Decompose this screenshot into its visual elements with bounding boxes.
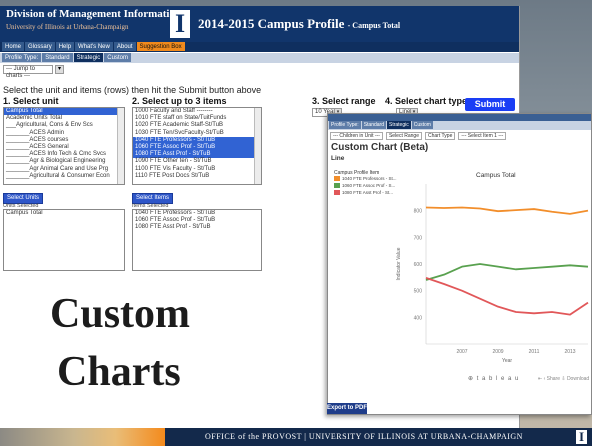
y-tick-label: 400 [414,315,423,321]
list-item[interactable]: _______Agricultural & Consumer Econ [4,173,124,180]
org-name: Division of Management Information Unive… [6,8,181,34]
list-item[interactable]: 1040 FTE Professors - St/TuB [133,136,261,145]
list-item[interactable]: _______Agr Animal Care and Use Prg [4,166,124,173]
x-tick-label: 2009 [492,349,503,355]
x-tick-label: 2011 [529,349,540,355]
list-item[interactable]: 1020 FTE Academic Staff-St/TuB [133,122,261,129]
x-tick-label: 2007 [456,349,467,355]
series-line-2 [425,263,589,281]
chart-controls: --- Children in Unit --- Select Range Ch… [328,131,591,140]
chart-window-title: Custom Chart (Beta) [331,142,429,153]
unit-listbox[interactable]: Campus Total Academic Units Total ___Agr… [3,107,125,185]
select-range-select[interactable]: Select Range [385,131,422,140]
line-chart: 400 500 600 700 800 2007 2009 2011 2013 Year Indic… [396,184,589,364]
nav-about[interactable]: About [113,42,136,51]
list-item[interactable]: _______ACES courses [4,137,124,144]
profile-type-tabs: Profile Type: Standard Strategic Custom [0,53,519,63]
step3-heading: 3. Select range [312,96,376,106]
list-item[interactable]: 1060 FTE Assoc Prof - St/TuB [133,144,261,152]
legend-swatch [334,176,340,181]
list-item[interactable]: Campus Total [4,210,124,217]
header-bar: Division of Management Information Unive… [0,6,519,42]
list-item[interactable]: 1030 FTE Ten/SvcFaculty-St/TuB [133,130,261,137]
x-tick-label: 2013 [564,349,575,355]
list-item[interactable]: 1080 FTE Asst Prof - St/TuB [133,224,261,231]
x-axis-label: Year [502,358,512,364]
profile-type-label: Profile Type: [2,53,42,62]
legend-swatch [334,183,340,188]
units-selected-box[interactable]: Campus Total [3,209,125,271]
footer-image [0,428,165,446]
nav-help[interactable]: Help [55,42,75,51]
list-item[interactable]: _______ACES Info Tech & Cmc Svcs [4,151,124,158]
item-scrollbar[interactable] [254,108,261,184]
list-item[interactable]: 1000 Faculty and Staff -------- [133,108,261,115]
select-item-select[interactable]: --- Select Item 1 --- [458,131,507,140]
step2-heading: 2. Select up to 3 items [132,96,227,106]
y-tick-label: 600 [414,262,423,268]
y-axis-label: Indicator Value [396,247,402,280]
unit-scrollbar[interactable] [117,108,124,184]
tab-standard[interactable]: Standard [361,121,386,129]
legend-item[interactable]: 1060 FTE Assoc Prof - S... [334,183,395,188]
illinois-logo: I [170,10,190,38]
legend-item[interactable]: 1080 FTE Asst Prof - St... [334,190,393,195]
tableau-logo: ⊕ t a b l e a u [468,376,520,382]
footer-bar: OFFICE of the PROVOST | UNIVERSITY OF IL… [0,428,592,446]
step4-heading: 4. Select chart type [385,96,468,106]
export-to-pdf-button[interactable]: Export to PDF [327,403,367,414]
list-item[interactable]: 1090 FTE Other ten - St/TuB [133,158,261,165]
nav-suggestion-box[interactable]: Suggestion Box [136,42,185,51]
jump-to-charts-select[interactable]: --- Jump to charts --- [3,65,53,79]
nav-whats-new[interactable]: What's New [75,42,113,51]
illinois-logo: I [576,430,587,444]
list-item[interactable]: Campus Total [4,108,124,116]
list-item[interactable]: _______Agr & Biological Engineering [4,158,124,165]
series-line-1 [425,206,589,215]
overlay-title-line2: Charts [57,349,181,395]
list-item[interactable]: 1110 FTE Post Docs St/TuB [133,173,261,180]
tab-strategic[interactable]: Strategic [73,53,104,62]
list-item[interactable]: 1040 FTE Professors - St/TuB [133,210,261,217]
series-line-3 [425,277,589,316]
submit-button[interactable]: Submit [465,98,515,111]
step1-heading: 1. Select unit [3,96,59,106]
page-title: 2014-2015 Campus Profile - Campus Total [198,16,401,31]
chart-window-subtitle: Line [331,155,345,162]
org-sub: University of Illinois at Urbana-Champai… [6,23,129,31]
children-in-unit-select[interactable]: --- Children in Unit --- [330,131,383,140]
list-item[interactable]: _______ACES Admin [4,130,124,137]
instructions: Select the unit and items (rows) then hi… [3,85,262,95]
tab-custom[interactable]: Custom [411,121,433,129]
y-tick-label: 800 [414,209,423,215]
list-item[interactable]: 1080 FTE Asst Prof - St/TuB [133,151,261,159]
y-tick-label: 700 [414,235,423,241]
nav-home[interactable]: Home [2,42,25,51]
chart-type-select[interactable]: Chart Type [424,131,456,140]
tab-strategic[interactable]: Strategic [387,121,411,129]
tab-custom[interactable]: Custom [104,53,131,62]
chart-top-nav [328,114,591,121]
overlay-title-line1: Custom [50,291,191,337]
chart-profile-tabs: Profile Type: Standard Strategic Custom [328,121,591,130]
items-selected-box[interactable]: 1040 FTE Professors - St/TuB 1060 FTE As… [132,209,262,271]
tab-standard[interactable]: Standard [42,53,73,62]
legend-swatch [334,190,340,195]
top-nav: Home Glossary Help What's New About Sugg… [0,42,519,52]
nav-glossary[interactable]: Glossary [25,42,55,51]
profile-type-label: Profile Type: [329,121,361,129]
list-item[interactable]: 1060 FTE Assoc Prof - St/TuB [133,217,261,224]
footer-text: OFFICE of the PROVOST | UNIVERSITY OF IL… [205,432,523,441]
list-item[interactable]: Academic Units Total [4,115,124,122]
custom-chart-window: Profile Type: Standard Strategic Custom … [327,113,592,415]
list-item[interactable]: 1010 FTE staff on State/TuitFunds [133,115,261,122]
share-download-links[interactable]: ⇤ ‹ Share ⇩ Download [538,376,589,382]
jump-go-button[interactable]: ▾ [55,65,64,74]
list-item[interactable]: _______ACES General [4,144,124,151]
item-listbox[interactable]: 1000 Faculty and Staff -------- 1010 FTE… [132,107,262,185]
list-item[interactable]: 1100 FTE Vis Faculty - St/TuB [133,166,261,173]
y-tick-label: 500 [414,289,423,295]
list-item[interactable]: ___Agricultural, Cons & Env Scs [4,122,124,129]
